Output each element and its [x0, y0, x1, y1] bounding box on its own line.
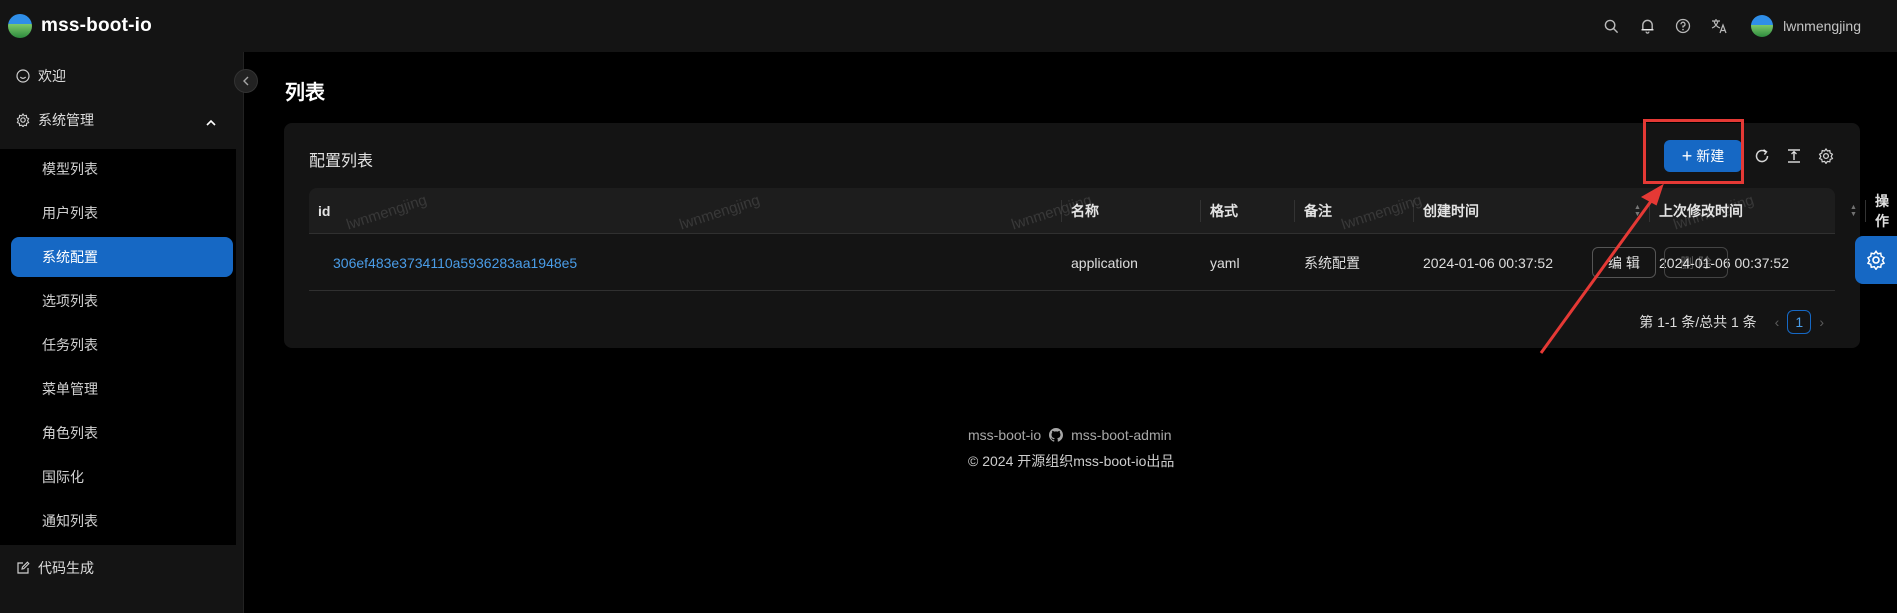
github-icon[interactable]: [1049, 428, 1064, 442]
help-icon[interactable]: [1665, 0, 1701, 52]
sort-icon[interactable]: ▲ ▼: [1634, 204, 1641, 218]
col-format: 格式: [1210, 203, 1238, 219]
table-header: id 名称 格式 备注 创建时间 ▲ ▼ 上次修改时间 ▲ ▼ 操作: [309, 188, 1889, 234]
chevron-up-icon: [206, 114, 216, 130]
sidebar-item-task-list[interactable]: 任务列表: [11, 325, 233, 365]
logo-icon: [8, 14, 32, 38]
footer-link-mss-boot-io[interactable]: mss-boot-io: [968, 427, 1041, 443]
col-remark: 备注: [1304, 203, 1332, 219]
edit-icon: [16, 561, 30, 575]
next-page-icon[interactable]: ›: [1819, 314, 1824, 330]
sidebar-collapse-button[interactable]: [234, 69, 258, 93]
col-name: 名称: [1071, 203, 1099, 219]
footer-links: mss-boot-io mss-boot-admin: [968, 427, 1172, 443]
pagination-summary: 第 1-1 条/总共 1 条: [1639, 314, 1757, 330]
username: lwnmengjing: [1783, 18, 1861, 34]
gear-icon: [1866, 250, 1886, 270]
sidebar-item-notice-list[interactable]: 通知列表: [11, 501, 233, 541]
column-settings-icon[interactable]: [1816, 145, 1836, 167]
sidebar-item-welcome[interactable]: 欢迎: [0, 56, 236, 96]
copyright-text: 2024 开源组织mss-boot-io出品: [982, 453, 1175, 469]
sidebar-item-code-gen[interactable]: 代码生成: [0, 548, 236, 588]
page-title: 列表: [285, 82, 325, 104]
row-actions: 编 辑 删 除: [309, 234, 1835, 291]
sidebar-item-option-list[interactable]: 选项列表: [11, 281, 233, 321]
settings-drawer-button[interactable]: [1855, 236, 1897, 284]
search-icon[interactable]: [1593, 0, 1629, 52]
sidebar-item-user-list[interactable]: 用户列表: [11, 193, 233, 233]
card-title: 配置列表: [309, 153, 374, 170]
page-1-button[interactable]: 1: [1787, 310, 1812, 334]
delete-button[interactable]: 删 除: [1664, 247, 1728, 278]
user-menu[interactable]: lwnmengjing: [1751, 15, 1861, 37]
copyright-icon: ©: [968, 453, 979, 469]
app-title: mss-boot-io: [41, 15, 152, 36]
logo[interactable]: mss-boot-io: [8, 14, 152, 38]
footer-link-mss-boot-admin[interactable]: mss-boot-admin: [1071, 427, 1171, 443]
avatar: [1751, 15, 1774, 37]
pagination: 第 1-1 条/总共 1 条 ‹ 1 ›: [1639, 310, 1832, 334]
col-id: id: [318, 203, 331, 219]
copyright: © 2024 开源组织mss-boot-io出品: [968, 451, 1174, 471]
system-submenu: 模型列表 用户列表 系统配置 选项列表 任务列表 菜单管理 角色列表 国际化 通…: [0, 149, 236, 545]
chevron-left-icon: [243, 76, 249, 86]
sidebar-item-system-management[interactable]: 系统管理: [0, 100, 236, 140]
sidebar-item-label: 系统管理: [38, 112, 94, 128]
bell-icon[interactable]: [1629, 0, 1665, 52]
prev-page-icon[interactable]: ‹: [1775, 314, 1780, 330]
density-icon[interactable]: [1784, 145, 1804, 167]
top-header: mss-boot-io lwnmengjing: [0, 0, 1897, 52]
sidebar-item-menu-management[interactable]: 菜单管理: [11, 369, 233, 409]
sidebar: 欢迎 系统管理 模型列表 用户列表 系统配置 选项列表 任务列表 菜单管理 角色…: [0, 52, 244, 613]
edit-button[interactable]: 编 辑: [1592, 247, 1656, 278]
translate-icon[interactable]: [1701, 0, 1737, 52]
sidebar-item-role-list[interactable]: 角色列表: [11, 413, 233, 453]
sidebar-item-system-config[interactable]: 系统配置: [11, 237, 233, 277]
sort-icon[interactable]: ▲ ▼: [1850, 204, 1857, 218]
annotation-highlight-box: [1643, 119, 1744, 184]
smile-icon: [16, 69, 30, 83]
sidebar-item-label: 代码生成: [38, 560, 94, 576]
col-actions: 操作: [1875, 193, 1889, 229]
gear-icon: [16, 113, 30, 127]
sidebar-item-label: 欢迎: [38, 68, 66, 84]
col-updated[interactable]: 上次修改时间: [1659, 188, 1743, 234]
col-created[interactable]: 创建时间: [1423, 188, 1479, 234]
sidebar-item-model-list[interactable]: 模型列表: [11, 149, 233, 189]
sidebar-item-i18n[interactable]: 国际化: [11, 457, 233, 497]
reload-icon[interactable]: [1752, 145, 1772, 167]
